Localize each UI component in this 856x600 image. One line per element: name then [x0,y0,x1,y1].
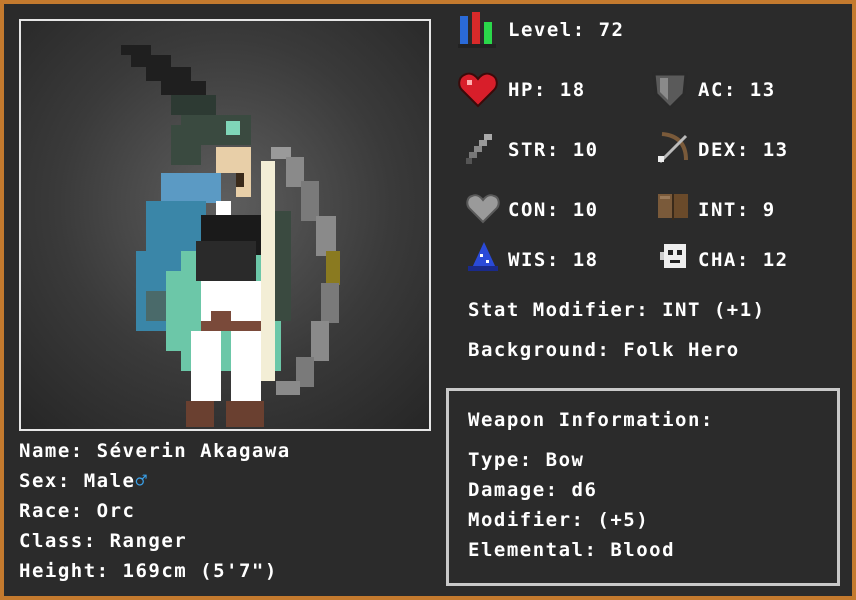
wis-value: WIS: 18 [508,249,599,271]
dex-value: DEX: 13 [698,139,789,161]
character-portrait [19,19,431,431]
mask-icon [660,244,686,268]
character-card: Name: Séverin Akagawa Sex: Male♂ Race: O… [4,4,852,596]
int-value: INT: 9 [698,199,776,221]
weapon-type: Type: Bow [468,449,585,471]
hp-value: HP: 18 [508,79,586,101]
wizard-hat-icon [468,242,498,271]
weapon-header: Weapon Information: [468,409,714,431]
character-height: Height: 169cm (5'7") [19,560,278,582]
weapon-damage: Damage: d6 [468,479,598,501]
weapon-modifier: Modifier: (+5) [468,509,650,531]
character-name: Name: Séverin Akagawa [19,440,291,462]
stat-modifier: Stat Modifier: INT (+1) [468,299,766,321]
ranger-sprite-icon [121,45,340,427]
cha-value: CHA: 12 [698,249,789,271]
level-bars-icon [458,12,496,48]
background: Background: Folk Hero [468,339,740,361]
sex-label: Sex: Male [19,470,136,492]
male-icon: ♂ [135,470,149,492]
bow-arrow-icon [658,132,688,164]
level-value: Level: 72 [508,19,625,41]
character-class: Class: Ranger [19,530,188,552]
book-icon [658,194,688,220]
weapon-elemental: Elemental: Blood [468,539,676,561]
sword-icon [466,134,492,164]
heart-icon [458,72,498,108]
str-value: STR: 10 [508,139,599,161]
character-sex: Sex: Male♂ [19,469,148,493]
ac-value: AC: 13 [698,79,776,101]
con-value: CON: 10 [508,199,599,221]
character-race: Race: Orc [19,500,136,522]
shield-icon [652,72,688,110]
grey-heart-icon [466,194,500,224]
